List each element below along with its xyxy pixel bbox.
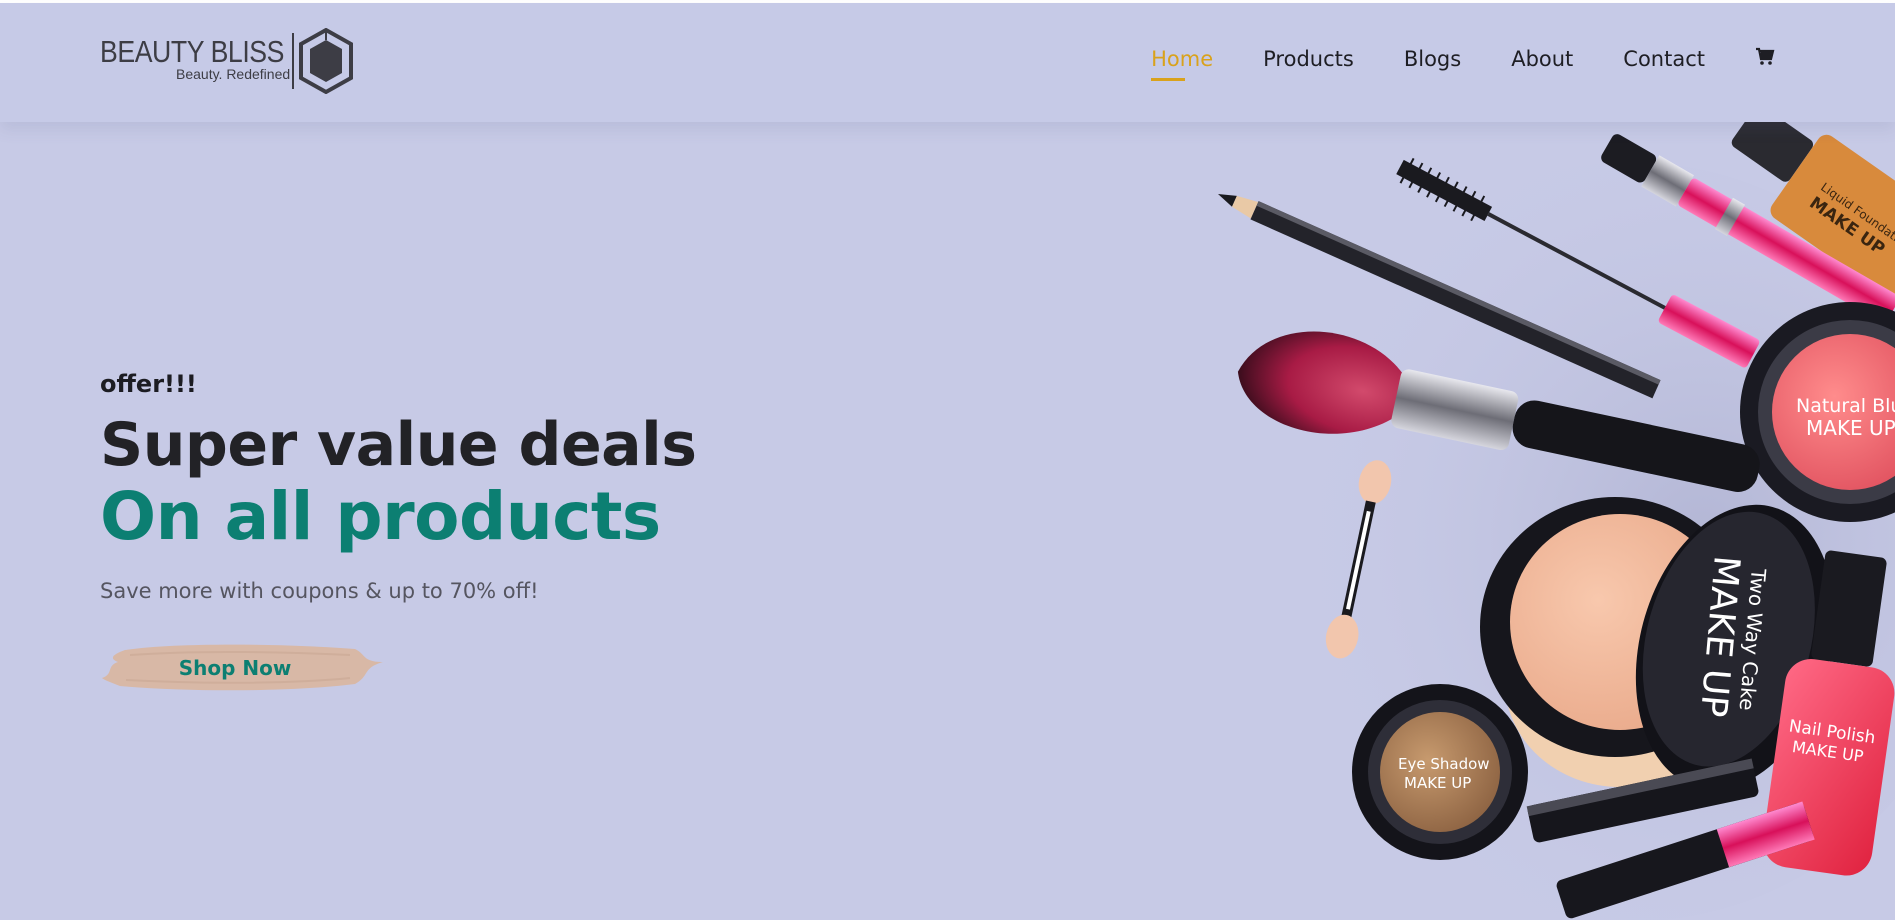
nav-products[interactable]: Products — [1263, 47, 1354, 71]
hexagon-gem-icon — [299, 28, 353, 94]
shop-now-button[interactable]: Shop Now — [100, 640, 390, 700]
nav-home[interactable]: Home — [1151, 47, 1213, 81]
cosmetics-artwork: Liquid Foundation MAKE UP Natural Bl MAK… — [1218, 122, 1895, 920]
nav-contact[interactable]: Contact — [1623, 47, 1705, 71]
offer-kicker: offer!!! — [100, 370, 197, 398]
shop-now-label: Shop Now — [178, 656, 292, 680]
main-nav: Home Products Blogs About Contact — [1151, 45, 1775, 81]
svg-text:Natural Blush: Natural Blush — [1796, 395, 1895, 417]
brand-tagline: Beauty. Redefined — [176, 66, 291, 82]
cart-icon — [1756, 47, 1775, 65]
hero-headline: Super value deals — [100, 410, 697, 480]
nav-blogs[interactable]: Blogs — [1404, 47, 1461, 71]
svg-text:MAKE UP: MAKE UP — [1806, 416, 1895, 440]
hero-headline-accent: On all products — [100, 478, 661, 555]
hero-subtitle: Save more with coupons & up to 70% off! — [100, 579, 539, 603]
site-header: BEAUTY BLISS Beauty. Redefined Home Prod… — [0, 3, 1895, 122]
brand-logo[interactable]: BEAUTY BLISS Beauty. Redefined — [100, 28, 360, 98]
cart-button[interactable] — [1755, 45, 1775, 72]
logo-divider — [292, 33, 294, 89]
brand-name: BEAUTY BLISS — [100, 34, 285, 69]
hero-text: offer!!! Super value deals On all produc… — [100, 370, 697, 603]
nav-about[interactable]: About — [1511, 47, 1573, 71]
cosmetics-illustration: Liquid Foundation MAKE UP Natural Bl MAK… — [1200, 122, 1895, 920]
